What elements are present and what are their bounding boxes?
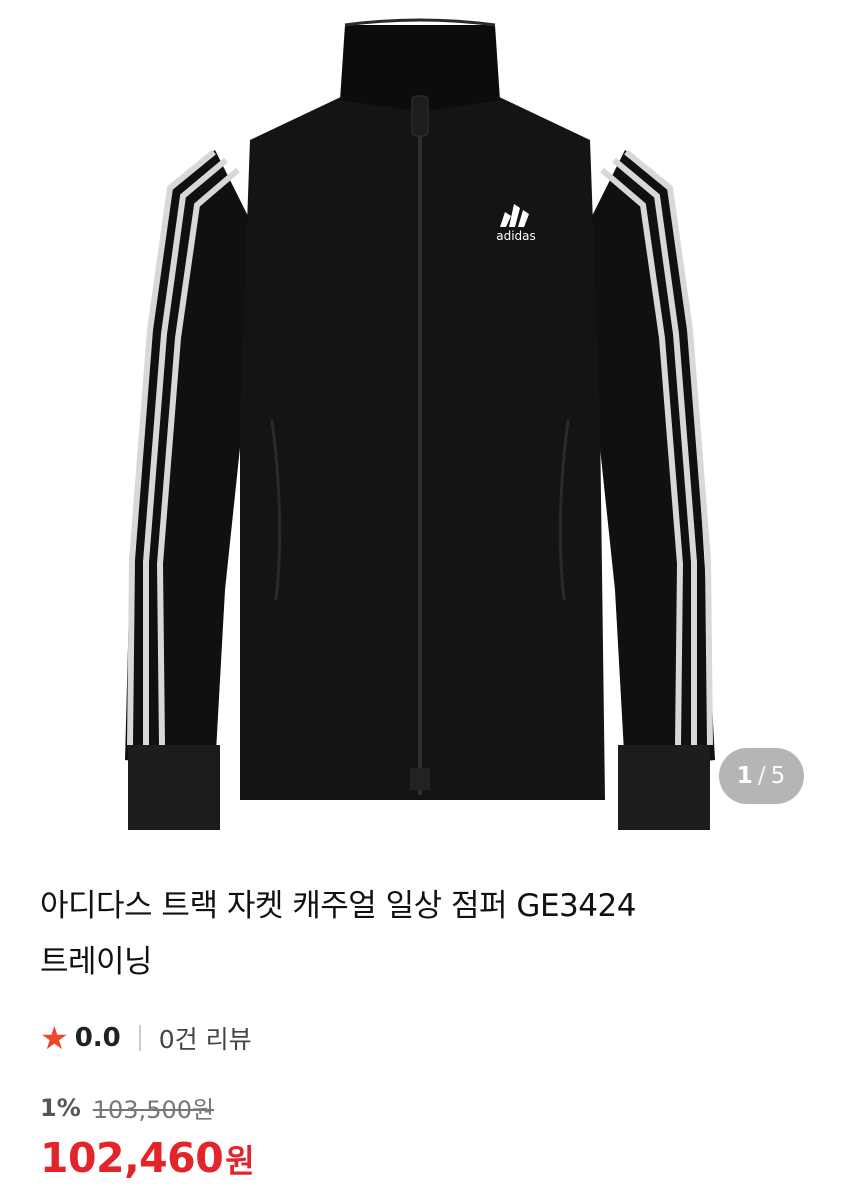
currency-label: 원 bbox=[225, 1142, 255, 1180]
product-info: 아디다스 트랙 자켓 캐주얼 일상 점퍼 GE3424 트레이닝 ★ 0.0 0… bbox=[40, 868, 810, 1182]
final-price-row: 102,460 원 bbox=[40, 1134, 255, 1182]
counter-total: 5 bbox=[770, 763, 787, 789]
discount-rate: 1% bbox=[40, 1093, 81, 1122]
logo-text: adidas bbox=[496, 229, 536, 243]
final-price: 102,460 bbox=[40, 1134, 224, 1182]
image-counter: 1 / 5 bbox=[719, 748, 804, 804]
star-icon: ★ bbox=[40, 1019, 69, 1057]
divider bbox=[138, 1025, 141, 1051]
price-discount-row: 1% 103,500원 bbox=[40, 1090, 214, 1125]
counter-separator: / bbox=[757, 763, 767, 789]
review-count-link[interactable]: 0건 리뷰 bbox=[159, 1020, 252, 1056]
rating-score: 0.0 bbox=[74, 1023, 121, 1053]
product-image[interactable]: adidas bbox=[0, 0, 842, 850]
counter-current: 1 bbox=[736, 763, 754, 789]
product-title: 아디다스 트랙 자켓 캐주얼 일상 점퍼 GE3424 트레이닝 bbox=[40, 888, 636, 980]
rating-row[interactable]: ★ 0.0 0건 리뷰 bbox=[40, 1018, 252, 1058]
original-price: 103,500원 bbox=[92, 1096, 215, 1124]
product-image-carousel[interactable]: adidas 1 / 5 bbox=[0, 0, 842, 850]
